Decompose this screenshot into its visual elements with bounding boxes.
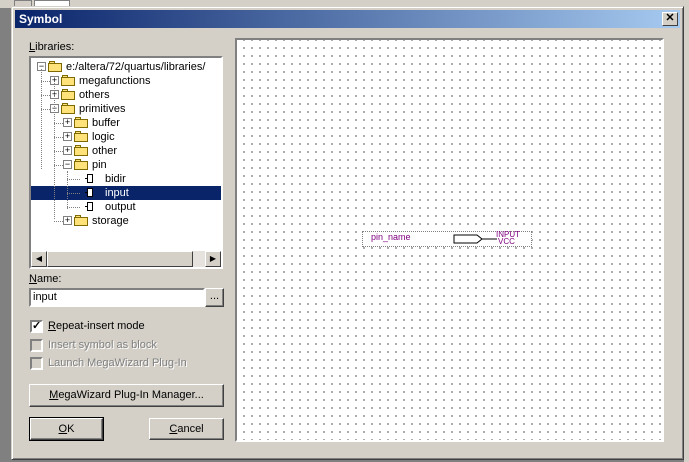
tree-item[interactable]: primitives [77,102,127,116]
folder-icon [74,117,89,128]
scroll-right-button[interactable]: ▶ [205,251,221,267]
folder-icon [61,75,76,86]
symbol-preview-canvas: pin_name INPUT VCC [235,38,664,442]
pin-name-text: pin_name [371,232,411,242]
tree-item-label: input [103,187,131,199]
tree-item[interactable]: bidir [103,172,128,186]
pin-symbol-icon [85,173,95,184]
tree-item[interactable]: input [103,186,131,200]
input-pin-symbol: pin_name INPUT VCC [362,231,532,247]
tree-connector [67,179,80,180]
folder-icon [74,131,89,142]
tree-item[interactable]: logic [90,130,117,144]
folder-icon [61,89,76,100]
tree-item[interactable]: other [90,144,119,158]
tree-horizontal-scrollbar[interactable]: ◀ ▶ [31,251,221,267]
megawizard-manager-button[interactable]: MegaWizard Plug-In Manager... [29,384,224,407]
tree-item-label: bidir [105,173,126,185]
tree-item-label: buffer [92,117,120,129]
tree-connector [41,69,42,169]
launch-megawizard-label: Launch MegaWizard Plug-In [48,357,187,369]
tree-connector [67,193,80,194]
name-label: Name: [29,273,62,285]
scroll-left-button[interactable]: ◀ [31,251,47,267]
tree-item[interactable]: pin [90,158,109,172]
close-button[interactable]: ✕ [662,12,678,26]
expand-icon[interactable]: + [63,146,72,155]
browse-button[interactable]: ... [205,288,224,307]
tree-item-label: pin [92,159,107,171]
pin-symbol-icon [85,201,95,212]
tree-item[interactable]: storage [90,214,131,228]
arrow-right-icon: ▶ [209,254,217,263]
insert-as-block-checkbox[interactable] [30,339,43,352]
tree-connector [67,207,80,208]
tree-item-label: others [79,89,110,101]
tree-item-label: storage [92,215,129,227]
repeat-insert-checkbox[interactable]: ✓ [30,320,43,333]
expand-icon[interactable]: + [63,132,72,141]
open-folder-icon [48,61,63,72]
close-icon: ✕ [665,12,675,24]
tree-item-label: output [105,201,136,213]
tree-connector [54,83,55,219]
insert-as-block-label: Insert symbol as block [48,339,157,351]
symbol-dialog: Symbol ✕ Libraries: − e:/altera/72/quartu… [11,6,684,460]
folder-icon [74,215,89,226]
tree-item-label: primitives [79,103,126,115]
tree-item[interactable]: output [103,200,138,214]
cancel-button[interactable]: Cancel [149,418,224,440]
tree-item-label: other [92,145,118,157]
open-folder-icon [61,103,76,114]
tree-content: − e:/altera/72/quartus/libraries/ + megafun… [31,58,221,251]
name-input[interactable]: input [29,288,205,307]
arrow-left-icon: ◀ [35,254,43,263]
tree-connector [67,171,68,209]
checkmark-icon: ✓ [32,320,42,332]
title-bar[interactable]: Symbol ✕ [15,10,680,28]
tree-item[interactable]: buffer [90,116,122,130]
libraries-tree[interactable]: − e:/altera/72/quartus/libraries/ + megafun… [29,56,223,269]
tree-item-label: megafunctions [79,75,151,87]
background-app-edge [684,8,689,462]
folder-icon [74,145,89,156]
open-folder-icon [74,159,89,170]
tree-item[interactable]: others [77,88,112,102]
pin-default-text: VCC [498,237,515,246]
pin-arrow-shape [453,234,497,244]
expand-icon[interactable]: + [63,216,72,225]
collapse-icon[interactable]: − [63,160,72,169]
libraries-label: Libraries: [29,41,75,53]
scroll-thumb[interactable] [47,251,193,267]
dialog-title: Symbol [19,12,63,26]
pin-symbol-icon [85,187,95,198]
expand-icon[interactable]: + [63,118,72,127]
tree-item-label: logic [92,131,115,143]
tree-item[interactable]: megafunctions [77,74,153,88]
repeat-insert-label[interactable]: Repeat-insert mode [48,320,145,332]
tree-item[interactable]: e:/altera/72/quartus/libraries/ [64,60,207,74]
ok-button[interactable]: OK [29,417,104,441]
tree-item-label: e:/altera/72/quartus/libraries/ [66,61,206,73]
launch-megawizard-checkbox[interactable] [30,357,43,370]
